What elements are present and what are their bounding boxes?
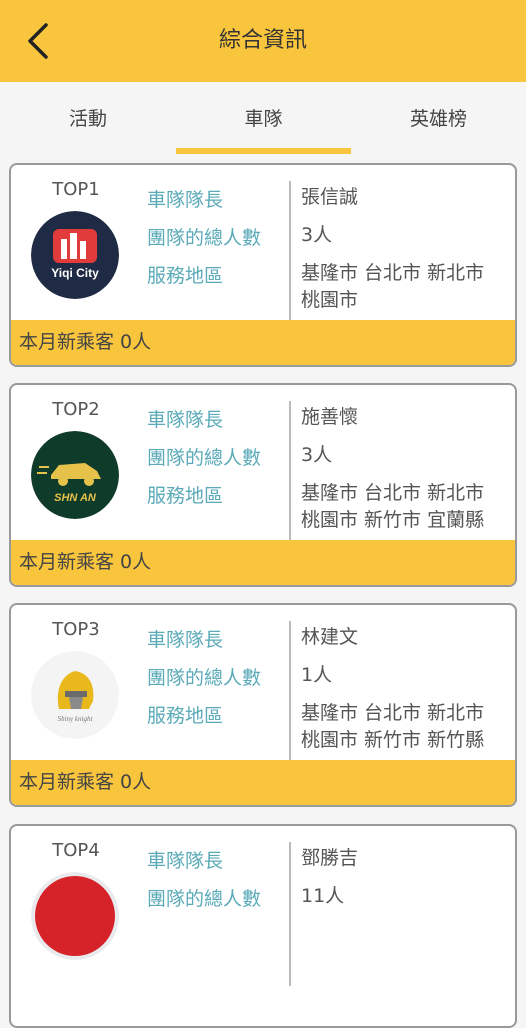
- members-label: 團隊的總人數: [147, 447, 262, 469]
- svg-text:SHN AN: SHN AN: [54, 492, 97, 504]
- chevron-left-icon: [28, 23, 48, 59]
- area-label: 服務地區: [147, 705, 224, 727]
- tab-bar: 活動 車隊 英雄榜: [0, 82, 526, 156]
- tab-active-indicator: [176, 148, 351, 154]
- fleet-logo: Shiny knight: [31, 651, 119, 739]
- area-value-line1: 基隆市 台北市 新北市: [301, 482, 485, 504]
- divider: [289, 621, 291, 765]
- divider: [289, 842, 291, 986]
- area-value-line2: 桃園市 新竹市 新竹縣: [301, 729, 485, 751]
- monthly-new-passengers: 本月新乘客 0人: [11, 540, 515, 585]
- members-value: 3人: [301, 224, 333, 246]
- rank-label: TOP2: [52, 399, 100, 420]
- fleet-logo: [31, 872, 119, 960]
- members-value: 11人: [301, 885, 345, 907]
- area-label: 服務地區: [147, 265, 224, 287]
- svg-text:Yiqi City: Yiqi City: [51, 266, 99, 280]
- svg-text:Shiny knight: Shiny knight: [58, 715, 94, 723]
- members-label: 團隊的總人數: [147, 667, 262, 689]
- tab-leaderboard[interactable]: 英雄榜: [351, 82, 526, 156]
- monthly-new-passengers: 本月新乘客 0人: [11, 320, 515, 365]
- monthly-new-passengers: 本月新乘客 0人: [11, 760, 515, 805]
- fleet-card[interactable]: TOP2 SHN AN 車隊隊長 團隊的總人數 服務地區 施善懷 3人 基隆市 …: [9, 383, 517, 587]
- area-label: 服務地區: [147, 485, 224, 507]
- rank-label: TOP1: [52, 179, 100, 200]
- members-label: 團隊的總人數: [147, 888, 262, 910]
- fleet-card[interactable]: TOP4 車隊隊長 團隊的總人數 鄧勝吉 11人: [9, 824, 517, 1028]
- members-value: 3人: [301, 444, 333, 466]
- fleet-card[interactable]: TOP3 Shiny knight 車隊隊長 團隊的總人數 服務地區 林建文 1…: [9, 603, 517, 807]
- members-label: 團隊的總人數: [147, 227, 262, 249]
- page-title: 綜合資訊: [218, 28, 307, 53]
- fleet-logo: SHN AN: [31, 431, 119, 519]
- tab-activities[interactable]: 活動: [0, 82, 176, 156]
- area-value-line2: 桃園市 新竹市 宜蘭縣: [301, 509, 485, 531]
- captain-label: 車隊隊長: [147, 850, 224, 872]
- rank-label: TOP4: [52, 840, 100, 861]
- area-value-line1: 基隆市 台北市 新北市: [301, 262, 485, 284]
- captain-value: 施善懷: [301, 406, 359, 428]
- area-value-line1: 基隆市 台北市 新北市: [301, 702, 485, 724]
- area-value-line2: 桃園市: [301, 289, 359, 311]
- divider: [289, 181, 291, 325]
- captain-value: 張信誠: [301, 186, 359, 208]
- top-app-bar: 綜合資訊: [0, 0, 526, 82]
- captain-value: 林建文: [301, 626, 359, 648]
- captain-label: 車隊隊長: [147, 189, 224, 211]
- captain-value: 鄧勝吉: [301, 847, 359, 869]
- rank-label: TOP3: [52, 619, 100, 640]
- fleet-card[interactable]: TOP1 Yiqi City 車隊隊長 團隊的總人數 服務地區 張信誠 3人 基…: [9, 163, 517, 367]
- members-value: 1人: [301, 664, 333, 686]
- fleet-logo: Yiqi City: [31, 211, 119, 299]
- divider: [289, 401, 291, 545]
- back-button[interactable]: [18, 20, 58, 62]
- captain-label: 車隊隊長: [147, 409, 224, 431]
- captain-label: 車隊隊長: [147, 629, 224, 651]
- tab-fleet[interactable]: 車隊: [176, 82, 351, 156]
